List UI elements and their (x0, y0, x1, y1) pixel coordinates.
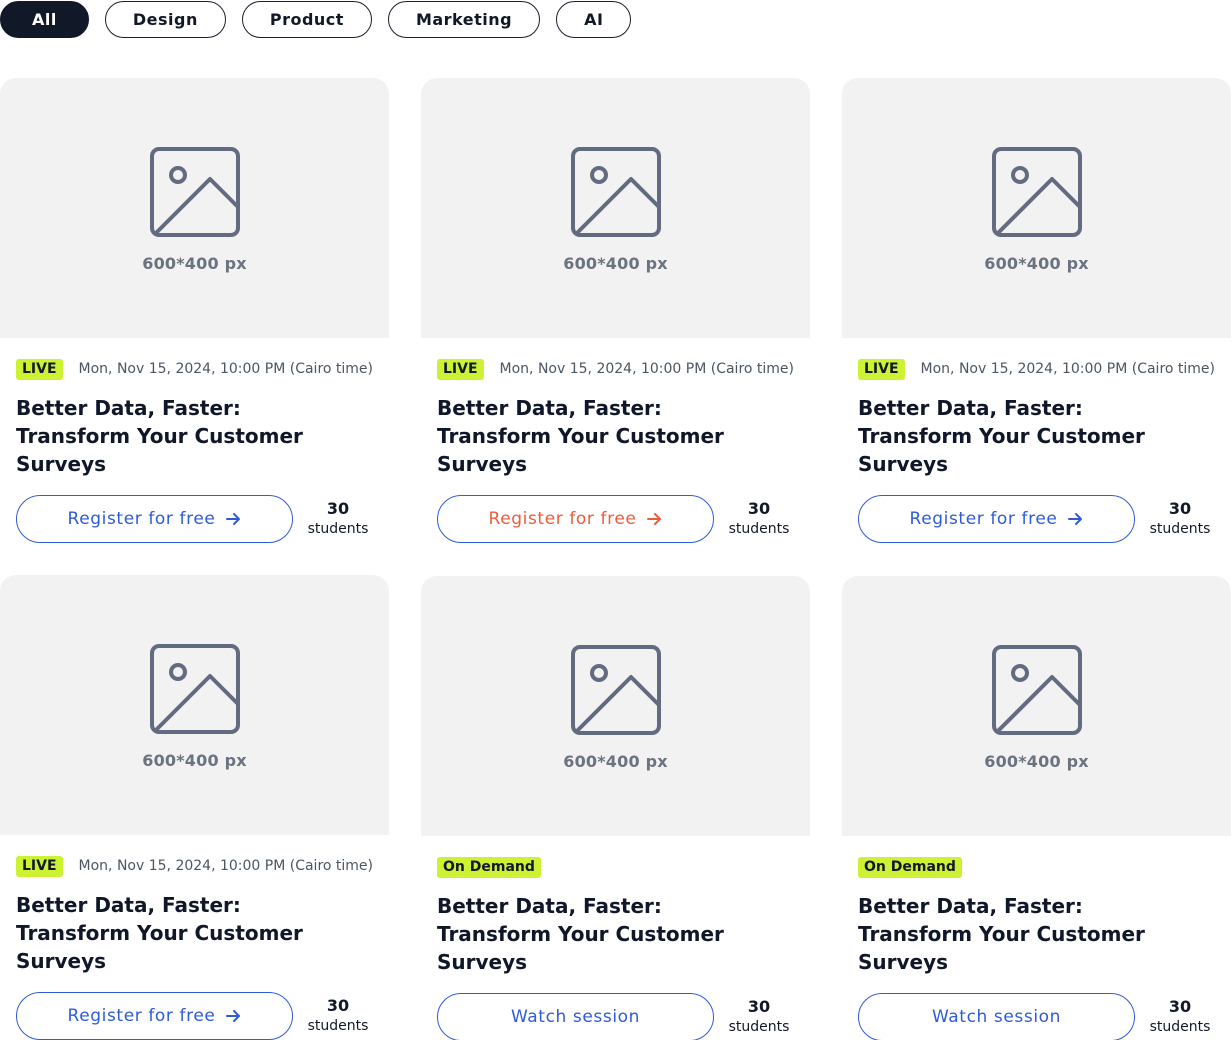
student-count-label: students (1149, 1019, 1211, 1035)
live-badge: LIVE (858, 358, 905, 380)
image-placeholder-icon (570, 645, 661, 735)
card-thumbnail[interactable]: 600*400 px (0, 78, 389, 338)
student-count: 30 students (714, 997, 804, 1037)
arrow-right-icon (226, 513, 241, 525)
card-thumbnail[interactable]: 600*400 px (842, 576, 1231, 836)
image-placeholder-icon (991, 147, 1082, 237)
webinar-card: 600*400 px LIVE Mon, Nov 15, 2024, 10:00… (0, 78, 389, 543)
student-count-number: 30 (326, 996, 350, 1015)
placeholder-size-label: 600*400 px (142, 751, 247, 770)
filter-chip-ai[interactable]: AI (556, 1, 632, 38)
placeholder-size-label: 600*400 px (142, 254, 247, 273)
watch-session-button-label: Watch session (931, 1007, 1062, 1027)
register-button[interactable]: Register for free (858, 495, 1135, 543)
filter-chip-design[interactable]: Design (104, 1, 226, 38)
webinar-card: 600*400 px On Demand Better Data, Faster… (842, 576, 1231, 1040)
student-count-label: students (728, 1019, 790, 1035)
session-date: Mon, Nov 15, 2024, 10:00 PM (Cairo time) (920, 361, 1215, 377)
card-thumbnail[interactable]: 600*400 px (842, 78, 1231, 338)
category-filter-bar: All Design Product Marketing AI (0, 1, 632, 38)
card-thumbnail[interactable]: 600*400 px (421, 576, 810, 836)
placeholder-size-label: 600*400 px (563, 254, 668, 273)
live-badge: LIVE (16, 358, 63, 380)
register-button-label: Register for free (67, 1006, 216, 1026)
card-thumbnail[interactable]: 600*400 px (0, 575, 389, 835)
session-date: Mon, Nov 15, 2024, 10:00 PM (Cairo time) (499, 361, 794, 377)
student-count-label: students (728, 521, 790, 537)
webinar-card: 600*400 px LIVE Mon, Nov 15, 2024, 10:00… (0, 575, 389, 1040)
webinar-card: 600*400 px On Demand Better Data, Faster… (421, 576, 810, 1040)
student-count-label: students (1149, 521, 1211, 537)
placeholder-size-label: 600*400 px (563, 752, 668, 771)
register-button[interactable]: Register for free (437, 495, 714, 543)
student-count-number: 30 (1168, 997, 1192, 1016)
arrow-right-icon (1068, 513, 1083, 525)
placeholder-size-label: 600*400 px (984, 254, 1089, 273)
student-count: 30 students (293, 499, 383, 539)
watch-session-button[interactable]: Watch session (858, 993, 1135, 1040)
image-placeholder-icon (149, 147, 240, 237)
session-date: Mon, Nov 15, 2024, 10:00 PM (Cairo time) (78, 361, 373, 377)
student-count: 30 students (1135, 499, 1225, 539)
card-title[interactable]: Better Data, Faster: Transform Your Cust… (421, 394, 810, 478)
card-title[interactable]: Better Data, Faster: Transform Your Cust… (0, 891, 389, 975)
card-title[interactable]: Better Data, Faster: Transform Your Cust… (842, 892, 1231, 976)
filter-chip-marketing[interactable]: Marketing (387, 1, 541, 38)
register-button-label: Register for free (67, 509, 216, 529)
card-title[interactable]: Better Data, Faster: Transform Your Cust… (842, 394, 1231, 478)
arrow-right-icon (226, 1010, 241, 1022)
student-count-number: 30 (747, 997, 771, 1016)
filter-chip-product[interactable]: Product (241, 1, 372, 38)
webinar-card: 600*400 px LIVE Mon, Nov 15, 2024, 10:00… (421, 78, 810, 543)
arrow-right-icon (647, 513, 662, 525)
filter-chip-all[interactable]: All (0, 1, 89, 38)
live-badge: LIVE (437, 358, 484, 380)
student-count-number: 30 (326, 499, 350, 518)
live-badge: LIVE (16, 855, 63, 877)
on-demand-badge: On Demand (858, 856, 962, 878)
webinar-card: 600*400 px LIVE Mon, Nov 15, 2024, 10:00… (842, 78, 1231, 543)
watch-session-button-label: Watch session (510, 1007, 641, 1027)
student-count-label: students (307, 521, 369, 537)
register-button[interactable]: Register for free (16, 992, 293, 1040)
card-title[interactable]: Better Data, Faster: Transform Your Cust… (421, 892, 810, 976)
student-count: 30 students (1135, 997, 1225, 1037)
student-count-number: 30 (1168, 499, 1192, 518)
student-count: 30 students (714, 499, 804, 539)
register-button-label: Register for free (909, 509, 1058, 529)
student-count: 30 students (293, 996, 383, 1036)
session-date: Mon, Nov 15, 2024, 10:00 PM (Cairo time) (78, 858, 373, 874)
register-button-label: Register for free (488, 509, 637, 529)
image-placeholder-icon (149, 644, 240, 734)
card-title[interactable]: Better Data, Faster: Transform Your Cust… (0, 394, 389, 478)
on-demand-badge: On Demand (437, 856, 541, 878)
image-placeholder-icon (991, 645, 1082, 735)
student-count-label: students (307, 1018, 369, 1034)
placeholder-size-label: 600*400 px (984, 752, 1089, 771)
watch-session-button[interactable]: Watch session (437, 993, 714, 1040)
student-count-number: 30 (747, 499, 771, 518)
image-placeholder-icon (570, 147, 661, 237)
card-thumbnail[interactable]: 600*400 px (421, 78, 810, 338)
register-button[interactable]: Register for free (16, 495, 293, 543)
